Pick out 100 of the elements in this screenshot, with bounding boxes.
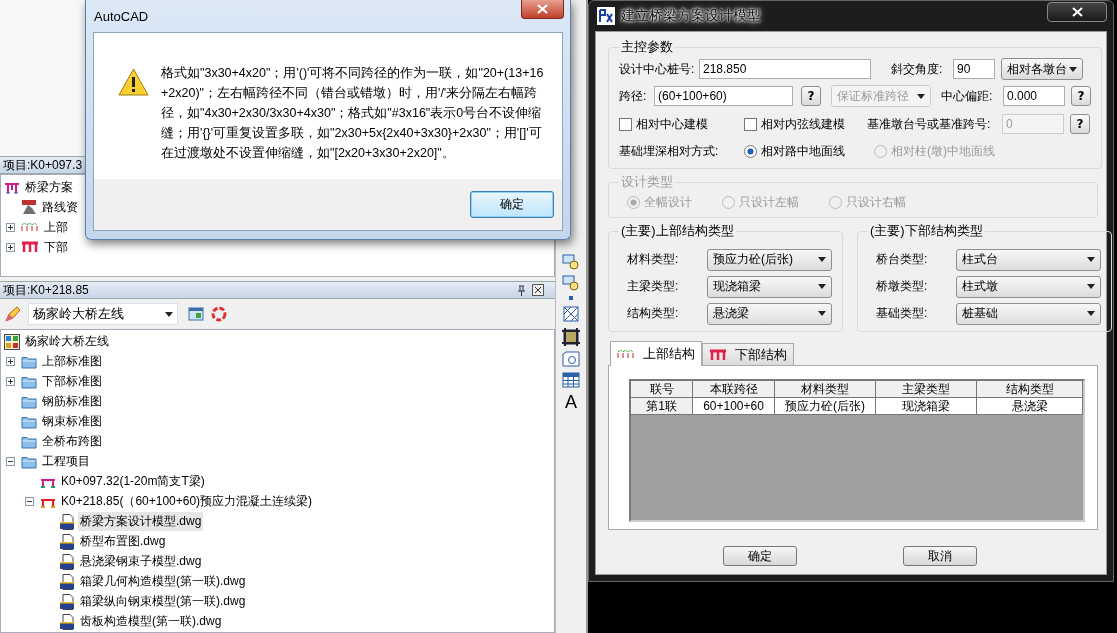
file-icon	[59, 554, 75, 570]
app-icon	[597, 7, 615, 25]
dialog-button[interactable]: 取消	[903, 546, 977, 566]
help-button[interactable]: ?	[1071, 86, 1091, 106]
dropdown[interactable]: 现浇箱梁	[707, 275, 832, 298]
shapes-icon[interactable]	[562, 275, 580, 291]
tab[interactable]: 上部结构	[610, 341, 702, 366]
field-label: 主梁类型:	[626, 278, 680, 295]
folder-icon	[21, 455, 37, 469]
tree-item[interactable]: K0+097.32(1-20m简支T梁)	[59, 472, 207, 492]
table-cell: 悬浇梁	[977, 398, 1083, 415]
tree-item[interactable]: 路线资	[40, 197, 80, 217]
folder-icon	[21, 375, 37, 389]
tree-item[interactable]: 全桥布跨图	[40, 432, 104, 452]
checkbox-label: 相对中心建模	[636, 115, 708, 133]
radio-label: 相对柱(墩)中地面线	[891, 142, 995, 160]
expand-icon[interactable]	[6, 222, 15, 232]
input-field[interactable]: 90	[953, 59, 995, 79]
tree-item[interactable]: 桥型布置图.dwg	[78, 532, 168, 552]
beam-icon	[21, 222, 39, 233]
input-field[interactable]: 0.000	[1003, 86, 1065, 106]
group-title: (主要)下部结构类型	[869, 222, 984, 240]
tree-item[interactable]: 杨家岭大桥左线	[23, 332, 111, 352]
checkbox[interactable]	[619, 117, 632, 131]
tree-item[interactable]: K0+218.85(（60+100+60)预应力混凝土连续梁)	[59, 492, 315, 512]
radio-label: 只设计左幅	[739, 193, 799, 211]
close-button[interactable]	[1047, 2, 1107, 22]
tree-item[interactable]: 下部	[42, 237, 70, 257]
panel-title: 项目:K0+218.85	[3, 281, 89, 299]
collapse-icon[interactable]	[25, 497, 34, 507]
hatch-icon[interactable]	[562, 328, 580, 346]
dropdown[interactable]: 柱式台	[956, 248, 1101, 271]
close-icon	[1071, 7, 1083, 17]
folder-icon	[21, 355, 37, 369]
field-label: 斜交角度:	[891, 60, 944, 78]
refresh-icon[interactable]	[210, 305, 228, 324]
field-label: 设计中心桩号:	[619, 60, 696, 78]
pier-icon	[21, 241, 39, 254]
project-dropdown[interactable]: 杨家岭大桥左线	[28, 303, 178, 326]
dropdown[interactable]: 相对各墩台	[1001, 58, 1083, 80]
dropdown[interactable]: 柱式墩	[956, 275, 1101, 298]
caret-icon	[818, 257, 826, 262]
hatch-icon[interactable]	[562, 305, 580, 323]
column-header: 本联跨径	[693, 381, 775, 398]
tree-item[interactable]: 桥梁方案	[23, 177, 75, 197]
file-icon	[59, 614, 75, 630]
tree-item[interactable]: 工程项目	[40, 452, 92, 472]
message-text: 格式如"3x30+4x20"；用'()'可将不同跨径的作为一联，如"20+(13+16+2x20)"；左右幅跨径不同（错台或错墩）时，用'/'来分隔左右幅跨径，如"4x30+2x30/3x30+4x30"；格式如"#3x16"表示0号台不设伸缩缝；用'{}'可重复设置多联，如"2x30+5x{2x40+3x30}+2x30"；用'[]'可在过渡墩处不设置伸缩缝，如"[2x20+3x30+2x20]"。	[161, 65, 545, 162]
region-icon[interactable]	[562, 351, 580, 367]
expand-icon[interactable]	[6, 242, 15, 252]
pin-icon[interactable]	[517, 284, 526, 296]
field-label: 中心偏距:	[941, 87, 994, 105]
field-label: 基础类型:	[875, 305, 929, 322]
close-button[interactable]	[521, 0, 564, 19]
help-button[interactable]: ?	[801, 86, 821, 106]
tree-item[interactable]: 桥梁方案设计模型.dwg	[78, 512, 204, 532]
folder-icon	[21, 415, 37, 429]
expand-icon[interactable]	[6, 357, 15, 367]
tree-item[interactable]: 上部标准图	[40, 352, 104, 372]
tree-item[interactable]: 钢筋标准图	[40, 392, 104, 412]
tree-item[interactable]: 箱梁纵向钢束模型(第一联).dwg	[78, 592, 248, 612]
close-icon[interactable]	[532, 284, 544, 297]
help-button[interactable]: ?	[1070, 114, 1090, 134]
dropdown[interactable]: 预应力砼(后张)	[707, 248, 832, 271]
folder-icon	[21, 435, 37, 449]
file-icon	[59, 574, 75, 590]
tree-item[interactable]: 齿板构造模型(第一联).dwg	[78, 612, 224, 632]
radio-label: 相对路中地面线	[761, 142, 845, 160]
radio-label: 只设计右幅	[846, 193, 906, 211]
tree-item[interactable]: 悬浇梁钢束子模型.dwg	[78, 552, 204, 572]
input-field[interactable]: (60+100+60)	[654, 86, 793, 106]
column-header: 材料类型	[775, 381, 876, 398]
pier-icon	[709, 348, 727, 361]
tree-item[interactable]: 钢束标准图	[40, 412, 104, 432]
table-icon[interactable]	[562, 372, 580, 388]
group-title: 主控参数	[620, 38, 674, 56]
text-tool[interactable]: A	[565, 393, 577, 411]
panel-title: 项目:K0+097.3	[3, 156, 83, 174]
pencil-icon[interactable]	[4, 305, 22, 324]
ok-button[interactable]: 确定	[470, 191, 554, 218]
radio-button[interactable]	[744, 144, 757, 158]
field-label: 桥墩类型:	[875, 278, 929, 295]
dropdown[interactable]: 悬浇梁	[707, 302, 832, 325]
field-label: 材料类型:	[626, 251, 680, 268]
collapse-icon[interactable]	[6, 457, 15, 467]
caret-icon	[818, 284, 826, 289]
dropdown[interactable]: 桩基础	[956, 302, 1101, 325]
tree-item[interactable]: 上部	[42, 217, 70, 237]
tree-item[interactable]: 箱梁几何构造模型(第一联).dwg	[78, 572, 248, 592]
checkbox[interactable]	[744, 117, 757, 131]
radio-label: 全幅设计	[644, 193, 692, 211]
column-header: 结构类型	[977, 381, 1083, 398]
row-header: 第1联	[631, 398, 693, 415]
input-field[interactable]: 218.850	[699, 59, 871, 79]
tab[interactable]: 下部结构	[702, 343, 794, 365]
tree-item[interactable]: 下部标准图	[40, 372, 104, 392]
expand-icon[interactable]	[6, 377, 15, 387]
window-icon[interactable]	[188, 306, 204, 323]
dialog-button[interactable]: 确定	[723, 546, 797, 566]
shapes-icon[interactable]	[562, 254, 580, 270]
